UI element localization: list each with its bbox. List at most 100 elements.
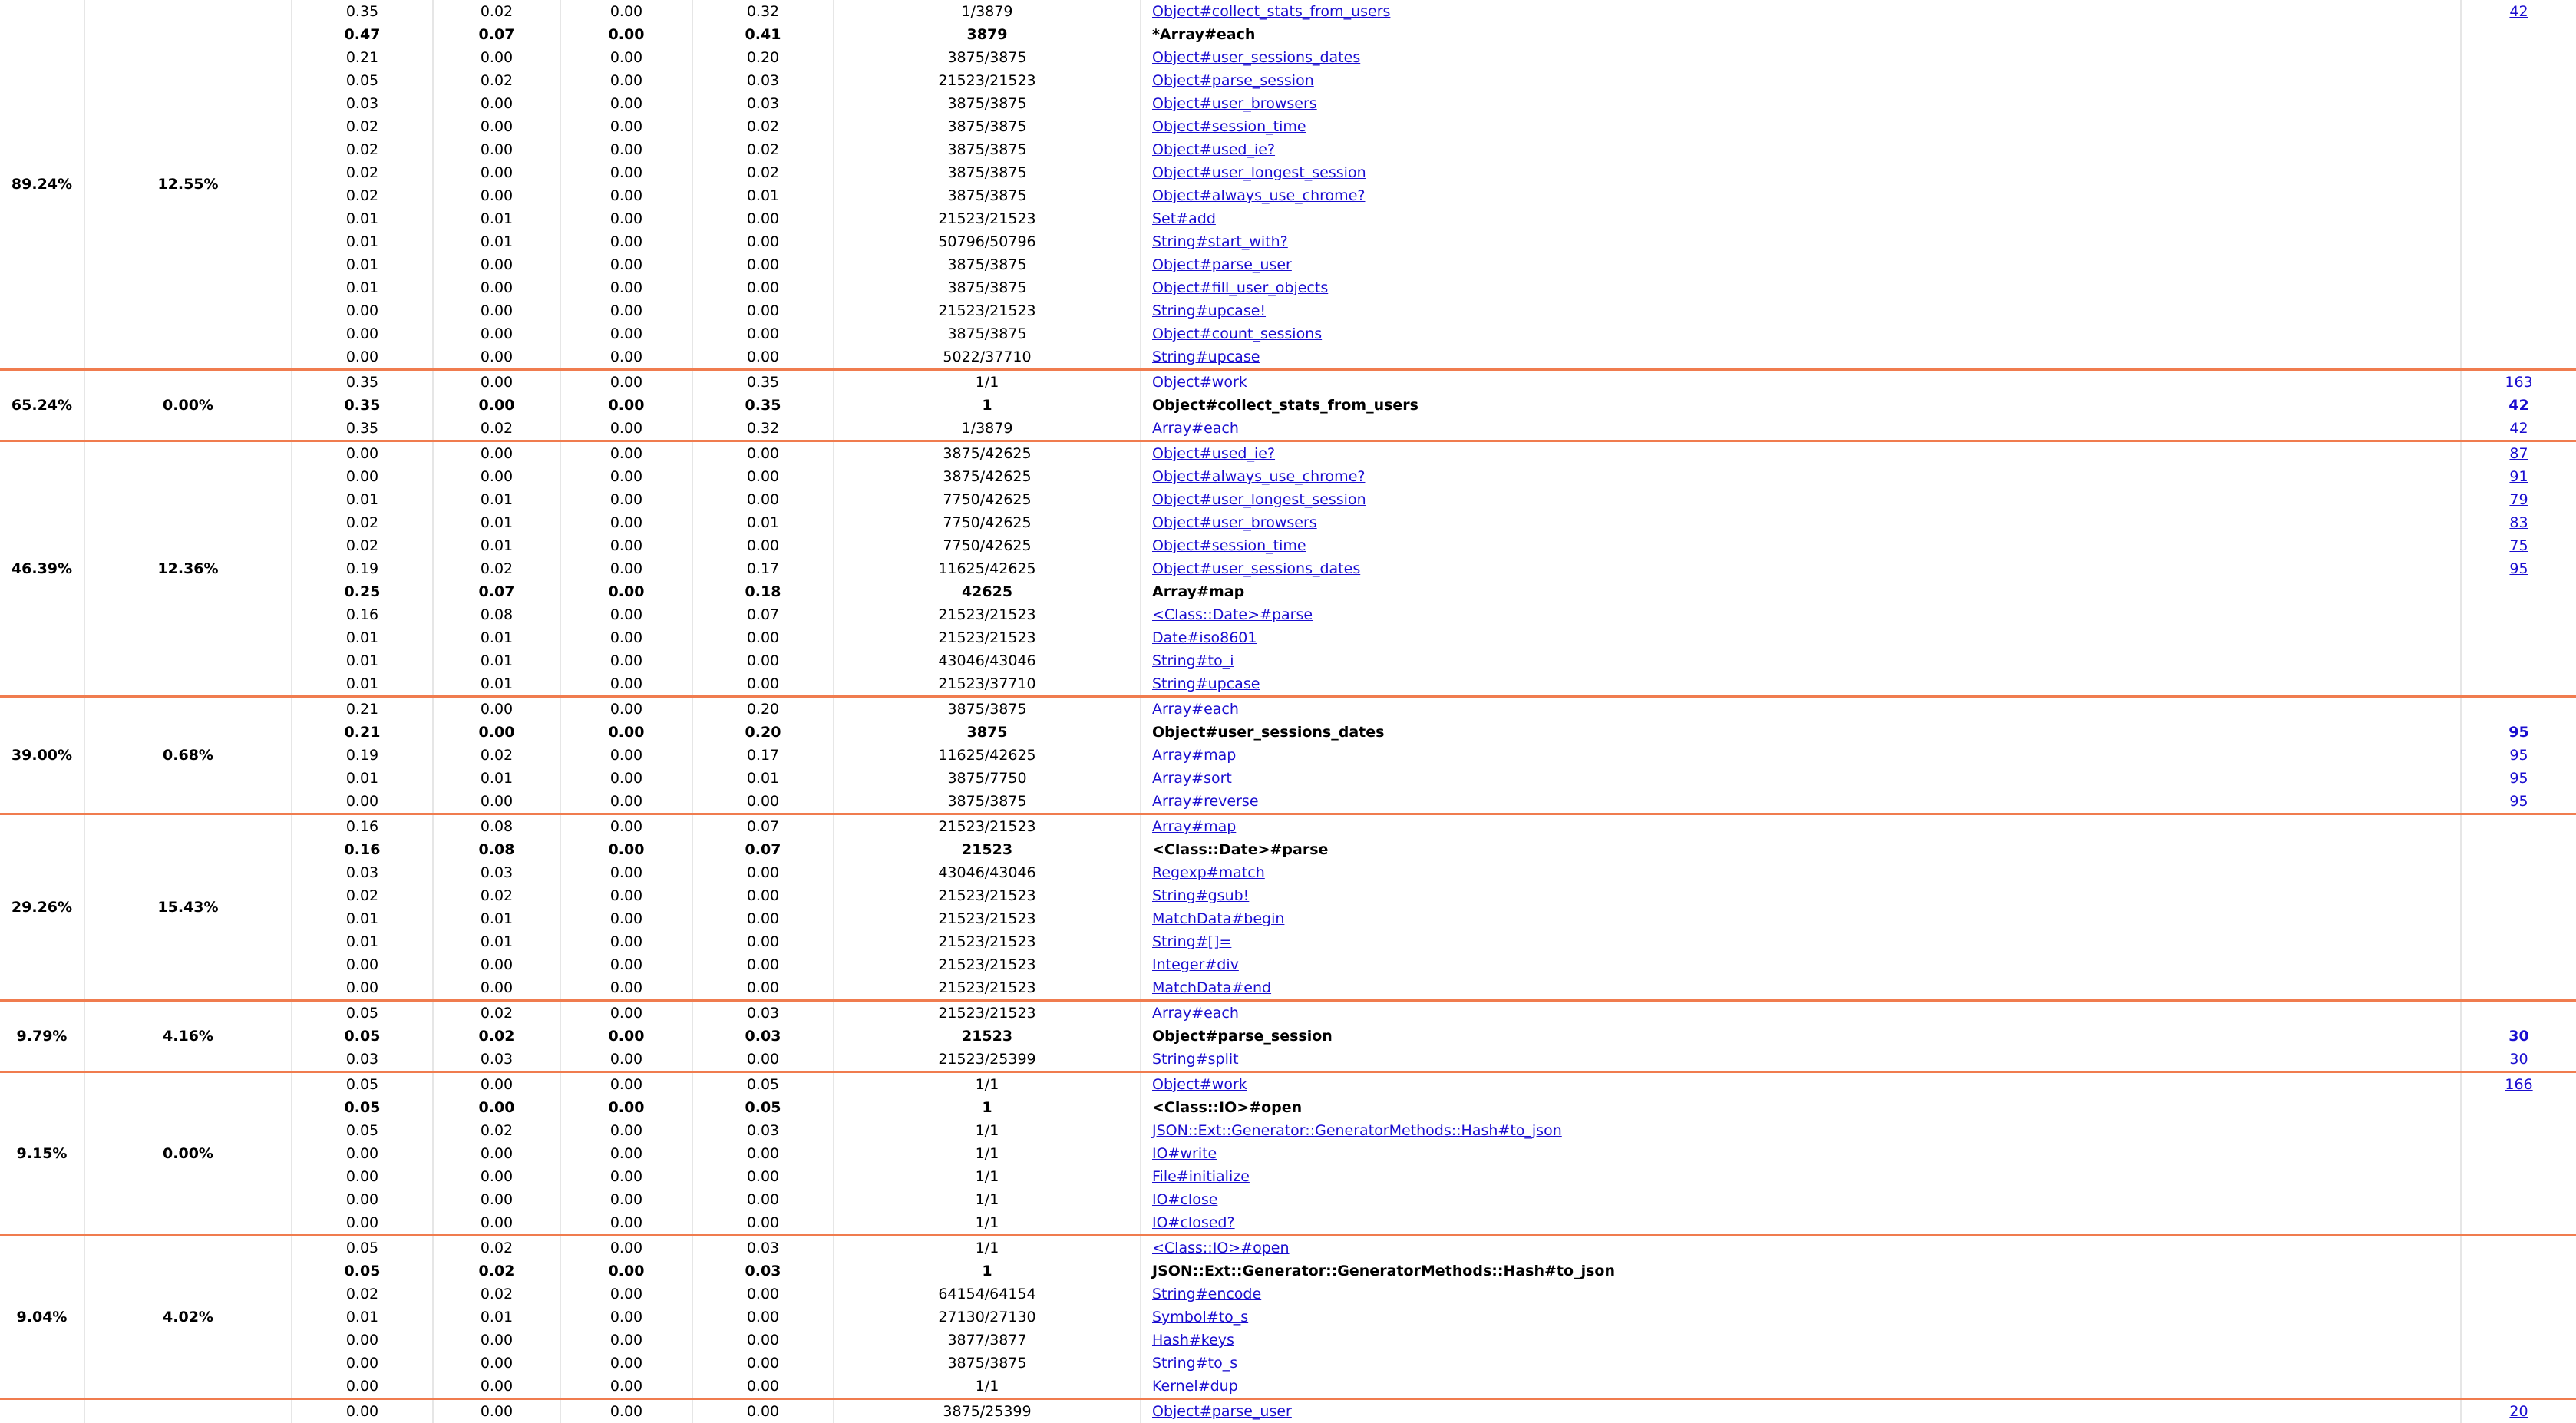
total-time: 0.00 — [292, 442, 434, 465]
wait-time: 0.00 — [560, 557, 693, 580]
call-count: 11625/42625 — [834, 744, 1141, 767]
method-link[interactable]: Array#each — [1152, 420, 1239, 437]
method-link[interactable]: String#gsub! — [1152, 887, 1249, 904]
method-name: <Class::IO>#open — [1152, 1099, 1303, 1116]
line-link[interactable]: 42 — [2508, 397, 2528, 414]
line-link[interactable]: 30 — [2509, 1051, 2528, 1068]
method-name-cell: Object#work — [1141, 371, 2462, 394]
call-count: 21523/21523 — [834, 884, 1141, 907]
method-link[interactable]: File#initialize — [1152, 1168, 1250, 1185]
method-link[interactable]: Object#parse_session — [1152, 72, 1314, 89]
method-link[interactable]: <Class::IO>#open — [1152, 1240, 1290, 1256]
line-link[interactable]: 95 — [2509, 560, 2528, 577]
method-link[interactable]: String#to_i — [1152, 652, 1234, 669]
line-cell: 87 — [2461, 442, 2576, 465]
method-link[interactable]: Object#parse_user — [1152, 1403, 1292, 1420]
total-time: 0.00 — [292, 1188, 434, 1211]
child-time: 0.00 — [692, 976, 834, 1001]
method-link[interactable]: Array#reverse — [1152, 793, 1259, 810]
method-link[interactable]: MatchData#end — [1152, 979, 1271, 996]
method-link[interactable]: String#upcase — [1152, 675, 1260, 692]
method-link[interactable]: Object#fill_user_objects — [1152, 279, 1328, 296]
method-link[interactable]: String#start_with? — [1152, 233, 1288, 250]
self-time: 0.08 — [433, 603, 561, 626]
method-link[interactable]: Object#user_sessions_dates — [1152, 560, 1360, 577]
method-link[interactable]: String#upcase — [1152, 348, 1260, 365]
method-link[interactable]: Array#map — [1152, 747, 1236, 764]
method-name-cell: String#start_with? — [1141, 230, 2462, 253]
method-link[interactable]: String#[]= — [1152, 933, 1231, 950]
method-link[interactable]: Array#sort — [1152, 770, 1232, 787]
child-time: 0.00 — [692, 790, 834, 814]
line-link[interactable]: 79 — [2509, 491, 2528, 508]
method-link[interactable]: Object#work — [1152, 374, 1247, 391]
method-link[interactable]: Object#used_ie? — [1152, 445, 1275, 462]
method-link[interactable]: Object#user_browsers — [1152, 95, 1317, 112]
method-link[interactable]: <Class::Date>#parse — [1152, 606, 1313, 623]
wait-time: 0.00 — [560, 253, 693, 276]
method-link[interactable]: String#to_s — [1152, 1355, 1237, 1372]
caller-row: 9.15% 0.00% 0.05 0.00 0.00 0.05 1/1 Object#work… — [0, 1073, 2576, 1236]
method-name-cell: Set#add — [1141, 207, 2462, 230]
line-link[interactable]: 91 — [2509, 468, 2528, 485]
line-link[interactable]: 95 — [2508, 724, 2528, 741]
method-link[interactable]: Symbol#to_s — [1152, 1309, 1248, 1326]
method-link[interactable]: Array#map — [1152, 818, 1236, 835]
method-link[interactable]: Array#each — [1152, 1005, 1239, 1022]
method-link[interactable]: Integer#div — [1152, 956, 1239, 973]
method-link[interactable]: Object#always_use_chrome? — [1152, 187, 1365, 204]
method-link[interactable]: IO#closed? — [1152, 1214, 1235, 1231]
total-time: 0.21 — [292, 46, 434, 69]
line-link[interactable]: 87 — [2509, 445, 2528, 462]
method-link[interactable]: Set#add — [1152, 210, 1216, 227]
total-percent: 89.24% — [0, 0, 85, 370]
line-link[interactable]: 30 — [2508, 1028, 2528, 1045]
method-link[interactable]: Hash#keys — [1152, 1332, 1234, 1349]
method-link[interactable]: Kernel#dup — [1152, 1378, 1238, 1395]
line-link[interactable]: 20 — [2509, 1403, 2528, 1420]
self-time: 0.02 — [433, 69, 561, 92]
line-link[interactable]: 166 — [2505, 1076, 2532, 1093]
line-link[interactable]: 42 — [2509, 3, 2528, 20]
wait-time: 0.00 — [560, 345, 693, 370]
wait-time: 0.00 — [560, 698, 693, 721]
line-link[interactable]: 83 — [2509, 514, 2528, 531]
method-link[interactable]: IO#write — [1152, 1145, 1217, 1162]
method-link[interactable]: String#upcase! — [1152, 302, 1266, 319]
method-link[interactable]: IO#close — [1152, 1191, 1217, 1208]
line-link[interactable]: 95 — [2509, 770, 2528, 787]
method-link[interactable]: Object#user_browsers — [1152, 514, 1317, 531]
method-link[interactable]: Regexp#match — [1152, 864, 1265, 881]
method-link[interactable]: Object#parse_user — [1152, 256, 1292, 273]
method-link[interactable]: MatchData#begin — [1152, 910, 1284, 927]
line-cell — [2461, 276, 2576, 299]
line-cell — [2461, 815, 2576, 838]
method-link[interactable]: Array#each — [1152, 701, 1239, 718]
method-link[interactable]: Object#user_sessions_dates — [1152, 49, 1360, 66]
line-link[interactable]: 95 — [2509, 747, 2528, 764]
method-link[interactable]: Object#used_ie? — [1152, 141, 1275, 158]
self-time: 0.02 — [433, 557, 561, 580]
method-link[interactable]: Object#count_sessions — [1152, 325, 1322, 342]
line-cell: 83 — [2461, 511, 2576, 534]
method-link[interactable]: Object#collect_stats_from_users — [1152, 3, 1390, 20]
callee-row: 0.00 0.00 0.00 0.00 21523/21523 String#upcase… — [0, 299, 2576, 322]
method-link[interactable]: Object#session_time — [1152, 118, 1306, 135]
method-link[interactable]: Object#user_longest_session — [1152, 491, 1366, 508]
line-link[interactable]: 75 — [2509, 537, 2528, 554]
method-link[interactable]: Object#work — [1152, 1076, 1247, 1093]
method-link[interactable]: Date#iso8601 — [1152, 629, 1257, 646]
line-cell — [2461, 92, 2576, 115]
method-link[interactable]: String#encode — [1152, 1286, 1261, 1302]
line-link[interactable]: 163 — [2505, 374, 2532, 391]
total-time: 0.01 — [292, 276, 434, 299]
method-link[interactable]: Object#always_use_chrome? — [1152, 468, 1365, 485]
line-link[interactable]: 95 — [2509, 793, 2528, 810]
method-link[interactable]: Object#user_longest_session — [1152, 164, 1366, 181]
call-count: 21523 — [834, 838, 1141, 861]
line-link[interactable]: 42 — [2509, 420, 2528, 437]
method-link[interactable]: JSON::Ext::Generator::GeneratorMethods::… — [1152, 1122, 1562, 1139]
call-count: 3875/3875 — [834, 161, 1141, 184]
method-link[interactable]: String#split — [1152, 1051, 1239, 1068]
method-link[interactable]: Object#session_time — [1152, 537, 1306, 554]
